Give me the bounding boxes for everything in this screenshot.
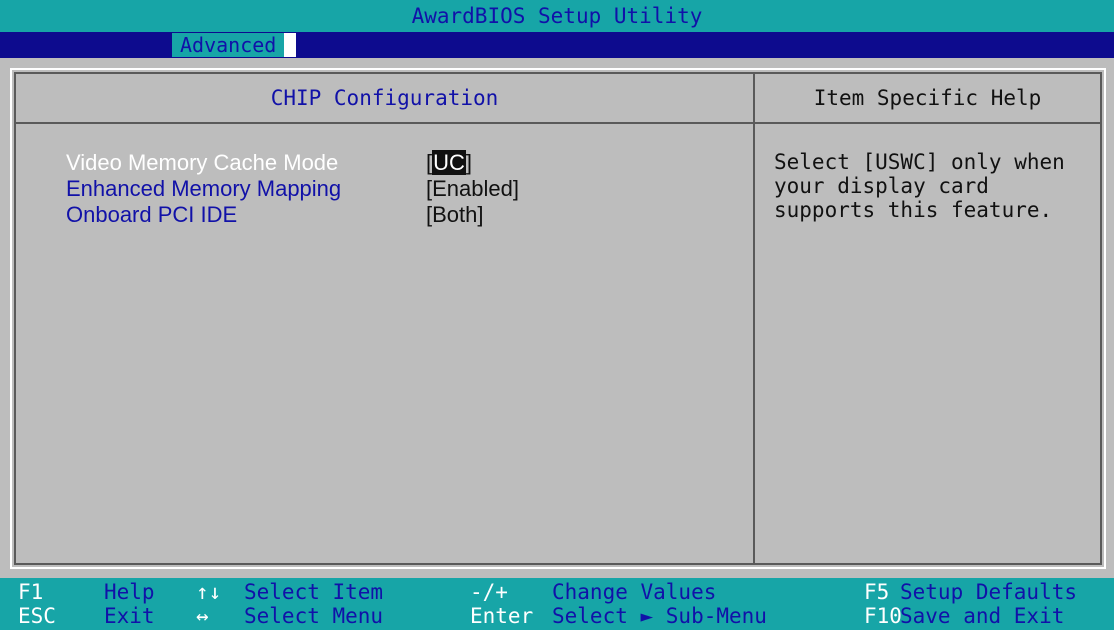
setting-value[interactable]: [Enabled] xyxy=(426,176,519,202)
setting-value[interactable]: [Both] xyxy=(426,202,483,228)
main-frame-inner xyxy=(14,72,1102,565)
key-f5: F5 xyxy=(864,580,890,604)
setting-row-onboard-pci-ide[interactable]: Onboard PCI IDE [Both] xyxy=(66,202,756,228)
help-line: your display card xyxy=(774,174,989,198)
key-minus-plus: -/+ xyxy=(470,580,508,604)
menu-bar: Advanced xyxy=(0,32,1114,58)
key-enter: Enter xyxy=(470,604,534,628)
key-desc: Help xyxy=(104,580,155,604)
panel-divider xyxy=(753,72,755,565)
help-line: Select [USWC] only when xyxy=(774,150,1065,174)
setting-label: Enhanced Memory Mapping xyxy=(66,176,342,201)
key-desc: Change Values xyxy=(552,580,717,604)
help-text: Select [USWC] only when your display car… xyxy=(774,150,1094,222)
window-title: AwardBIOS Setup Utility xyxy=(0,0,1114,32)
key-up-down: ↑↓ xyxy=(196,580,222,604)
settings-list: Video Memory Cache Mode [UC] Enhanced Me… xyxy=(66,150,756,228)
key-legend: F1 Help ↑↓ Select Item -/+ Change Values… xyxy=(0,578,1114,630)
value-highlight[interactable]: UC xyxy=(432,150,466,175)
key-desc: Save and Exit xyxy=(900,604,1065,628)
key-f1: F1 xyxy=(18,580,44,604)
key-desc: Select Item xyxy=(244,580,384,604)
help-title: Item Specific Help xyxy=(813,86,1042,110)
header-divider xyxy=(14,122,1102,124)
key-left-right: ↔ xyxy=(196,604,209,628)
panel-title: CHIP Configuration xyxy=(270,86,499,110)
key-desc: Exit xyxy=(104,604,155,628)
key-desc: Setup Defaults xyxy=(900,580,1078,604)
help-line: supports this feature. xyxy=(774,198,1053,222)
setting-row-enhanced-memory-mapping[interactable]: Enhanced Memory Mapping [Enabled] xyxy=(66,176,756,202)
key-desc: Select Menu xyxy=(244,604,384,628)
tab-advanced[interactable]: Advanced xyxy=(172,33,297,57)
key-desc: Select ► Sub-Menu xyxy=(552,604,767,628)
setting-row-video-memory-cache-mode[interactable]: Video Memory Cache Mode [UC] xyxy=(66,150,756,176)
key-f10: F10 xyxy=(864,604,902,628)
key-esc: ESC xyxy=(18,604,56,628)
setting-value[interactable]: [UC] xyxy=(426,150,472,176)
setting-label: Onboard PCI IDE xyxy=(66,202,238,227)
setting-label: Video Memory Cache Mode xyxy=(66,150,339,175)
value-bracket-close: ] xyxy=(465,150,473,175)
